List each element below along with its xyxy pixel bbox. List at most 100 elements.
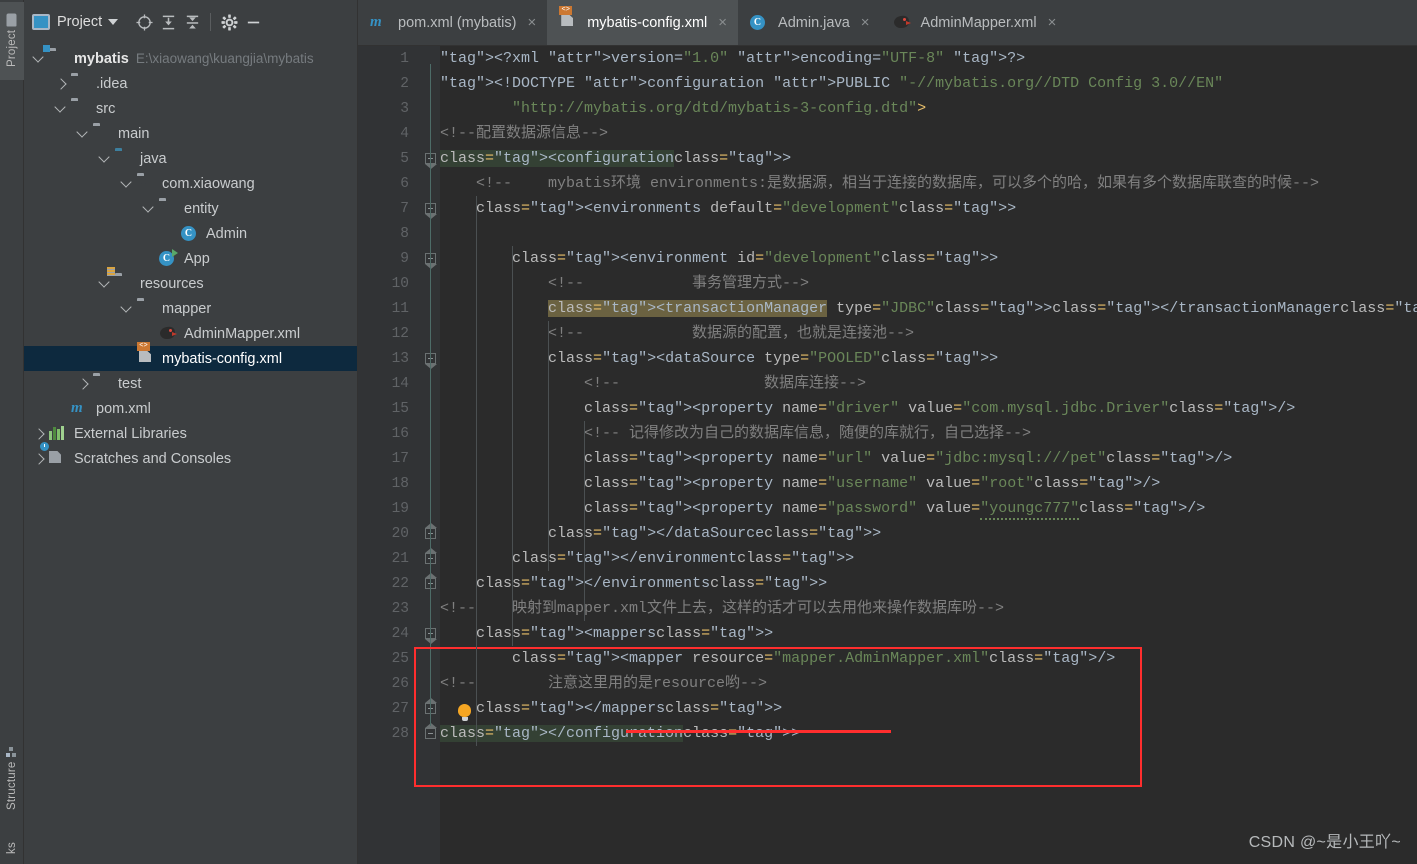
code-line[interactable]: <!-- 注意这里用的是resource哟--> bbox=[440, 671, 767, 696]
tree-node[interactable]: External Libraries bbox=[24, 421, 357, 446]
expand-all-icon[interactable] bbox=[156, 10, 180, 34]
settings-gear-icon[interactable] bbox=[217, 10, 241, 34]
tree-node[interactable]: entity bbox=[24, 196, 357, 221]
code-line[interactable]: class="tag"><environment id="development… bbox=[440, 246, 998, 271]
tree-node[interactable]: mapper bbox=[24, 296, 357, 321]
tree-node-label: App bbox=[184, 250, 210, 267]
editor-tab-adminmapper-xml[interactable]: AdminMapper.xml × bbox=[881, 0, 1068, 45]
code-line[interactable]: "http://mybatis.org/dtd/mybatis-3-config… bbox=[440, 96, 926, 121]
chevron-right-icon[interactable] bbox=[32, 427, 46, 441]
close-icon[interactable]: × bbox=[1048, 14, 1057, 31]
maven-icon: m bbox=[71, 400, 83, 416]
chevron-down-icon[interactable] bbox=[108, 19, 119, 25]
code-folding-gutter[interactable] bbox=[418, 46, 440, 864]
code-content[interactable]: "tag"><?xml "attr">version="1.0" "attr">… bbox=[440, 46, 1417, 864]
code-line[interactable]: class="tag"><property name="driver" valu… bbox=[440, 396, 1295, 421]
chevron-right-icon[interactable] bbox=[32, 452, 46, 466]
tree-node[interactable]: mybatis E:\xiaowang\kuangjia\mybatis bbox=[24, 45, 357, 71]
project-view-icon bbox=[32, 14, 50, 30]
code-line[interactable]: <!--配置数据源信息--> bbox=[440, 121, 608, 146]
tree-node[interactable]: .idea bbox=[24, 71, 357, 96]
project-tree[interactable]: mybatis E:\xiaowang\kuangjia\mybatis .idea… bbox=[24, 44, 357, 864]
chevron-down-icon[interactable] bbox=[120, 177, 134, 191]
java-class-icon: C bbox=[181, 225, 200, 242]
line-number: 11 bbox=[391, 301, 409, 317]
ide-window: Project Structure ks Project mybatis E:\… bbox=[0, 0, 1417, 864]
code-line[interactable]: <!-- 数据库连接--> bbox=[440, 371, 866, 396]
chevron-down-icon[interactable] bbox=[76, 127, 90, 141]
code-line[interactable]: "tag"><!DOCTYPE "attr">configuration "at… bbox=[440, 71, 1223, 96]
line-number: 8 bbox=[400, 226, 409, 242]
code-line[interactable]: class="tag"><property name="password" va… bbox=[440, 496, 1205, 521]
code-line[interactable]: class="tag"><configurationclass="tag">> bbox=[440, 146, 791, 171]
chevron-down-icon[interactable] bbox=[120, 302, 134, 316]
tree-node-label: mybatis bbox=[74, 50, 129, 67]
line-number: 5 bbox=[400, 151, 409, 167]
code-line[interactable]: class="tag"></configurationclass="tag">> bbox=[440, 721, 800, 746]
code-line[interactable]: class="tag"><mappersclass="tag">> bbox=[440, 621, 773, 646]
tree-node[interactable]: com.xiaowang bbox=[24, 171, 357, 196]
close-icon[interactable]: × bbox=[861, 14, 870, 31]
hide-icon[interactable] bbox=[241, 10, 265, 34]
tool-window-tab-bookmarks[interactable]: ks bbox=[0, 828, 24, 864]
chevron-down-icon[interactable] bbox=[32, 52, 46, 66]
code-line[interactable]: class="tag"><property name="url" value="… bbox=[440, 446, 1232, 471]
code-line[interactable]: class="tag"></dataSourceclass="tag">> bbox=[440, 521, 881, 546]
locate-icon[interactable] bbox=[132, 10, 156, 34]
code-line[interactable]: class="tag"></environmentsclass="tag">> bbox=[440, 571, 827, 596]
code-line[interactable]: class="tag"></environmentclass="tag">> bbox=[440, 546, 854, 571]
tree-node[interactable]: C Admin bbox=[24, 221, 357, 246]
chevron-down-icon[interactable] bbox=[98, 277, 112, 291]
chevron-down-icon[interactable] bbox=[142, 202, 156, 216]
module-folder-icon bbox=[43, 45, 68, 67]
tree-node-label: com.xiaowang bbox=[162, 175, 255, 192]
close-icon[interactable]: × bbox=[527, 14, 536, 31]
code-line[interactable]: <!-- 映射到mapper.xml文件上去，这样的话才可以去用他来操作数据库吩… bbox=[440, 596, 1004, 621]
editor-tab-mybatis-config-xml[interactable]: <> mybatis-config.xml × bbox=[547, 0, 739, 45]
tree-node[interactable]: main bbox=[24, 121, 357, 146]
tree-node[interactable]: AdminMapper.xml bbox=[24, 321, 357, 346]
java-runnable-class-icon: C bbox=[159, 249, 178, 267]
mybatis-mapper-icon bbox=[892, 14, 912, 31]
collapse-all-icon[interactable] bbox=[180, 10, 204, 34]
tree-node[interactable]: test bbox=[24, 371, 357, 396]
chevron-down-icon[interactable] bbox=[54, 102, 68, 116]
code-line[interactable]: <!-- mybatis环境 environments:是数据源，相当于连接的数… bbox=[440, 171, 1319, 196]
line-number: 3 bbox=[400, 101, 409, 117]
code-line[interactable]: class="tag"><dataSource type="POOLED"cla… bbox=[440, 346, 998, 371]
code-line[interactable]: class="tag"><transactionManager type="JD… bbox=[440, 296, 1417, 321]
indent-guide bbox=[548, 321, 549, 571]
tree-node[interactable]: m pom.xml bbox=[24, 396, 357, 421]
folder-icon bbox=[93, 375, 112, 392]
tool-window-tab-project[interactable]: Project bbox=[0, 2, 24, 80]
tree-node[interactable]: C App bbox=[24, 246, 357, 271]
tree-node[interactable]: Scratches and Consoles bbox=[24, 442, 357, 471]
tool-window-tab-structure[interactable]: Structure bbox=[0, 734, 24, 822]
tree-node-selected[interactable]: <> mybatis-config.xml bbox=[24, 342, 357, 371]
chevron-down-icon[interactable] bbox=[98, 152, 112, 166]
tree-node[interactable]: resources bbox=[24, 267, 357, 296]
code-line[interactable]: "tag"><?xml "attr">version="1.0" "attr">… bbox=[440, 46, 1025, 71]
tree-node[interactable]: src bbox=[24, 96, 357, 121]
tree-node-label: test bbox=[118, 375, 142, 392]
tree-node-label: AdminMapper.xml bbox=[184, 325, 301, 342]
close-icon[interactable]: × bbox=[718, 14, 727, 31]
code-line[interactable]: <!-- 记得修改为自己的数据库信息，随便的库就行，自己选择--> bbox=[440, 421, 1031, 446]
code-editor[interactable]: 1 2 3 4 5 6 7 8 9 10 11 12 13 14 15 16 17 18 19 20 21 22 23 24 2… bbox=[358, 46, 1417, 864]
scratches-icon bbox=[40, 442, 68, 467]
intention-bulb-icon[interactable] bbox=[458, 704, 471, 721]
line-number: 22 bbox=[391, 576, 409, 592]
code-line[interactable]: class="tag"><environments default="devel… bbox=[440, 196, 1016, 221]
code-line[interactable]: class="tag"><mapper resource="mapper.Adm… bbox=[440, 646, 1115, 671]
tree-node[interactable]: java bbox=[24, 146, 357, 171]
code-line[interactable]: class="tag"></mappersclass="tag">> bbox=[440, 696, 782, 721]
editor-tab-admin-java[interactable]: C Admin.java × bbox=[738, 0, 881, 45]
editor-tab-pom-xml-mybatis[interactable]: m pom.xml (mybatis) × bbox=[358, 0, 547, 45]
chevron-right-icon[interactable] bbox=[76, 377, 90, 391]
line-number: 4 bbox=[400, 126, 409, 142]
chevron-right-icon[interactable] bbox=[54, 77, 68, 91]
code-line[interactable]: <!-- 事务管理方式--> bbox=[440, 271, 809, 296]
fold-marker[interactable] bbox=[425, 723, 437, 739]
line-number: 23 bbox=[391, 601, 409, 617]
